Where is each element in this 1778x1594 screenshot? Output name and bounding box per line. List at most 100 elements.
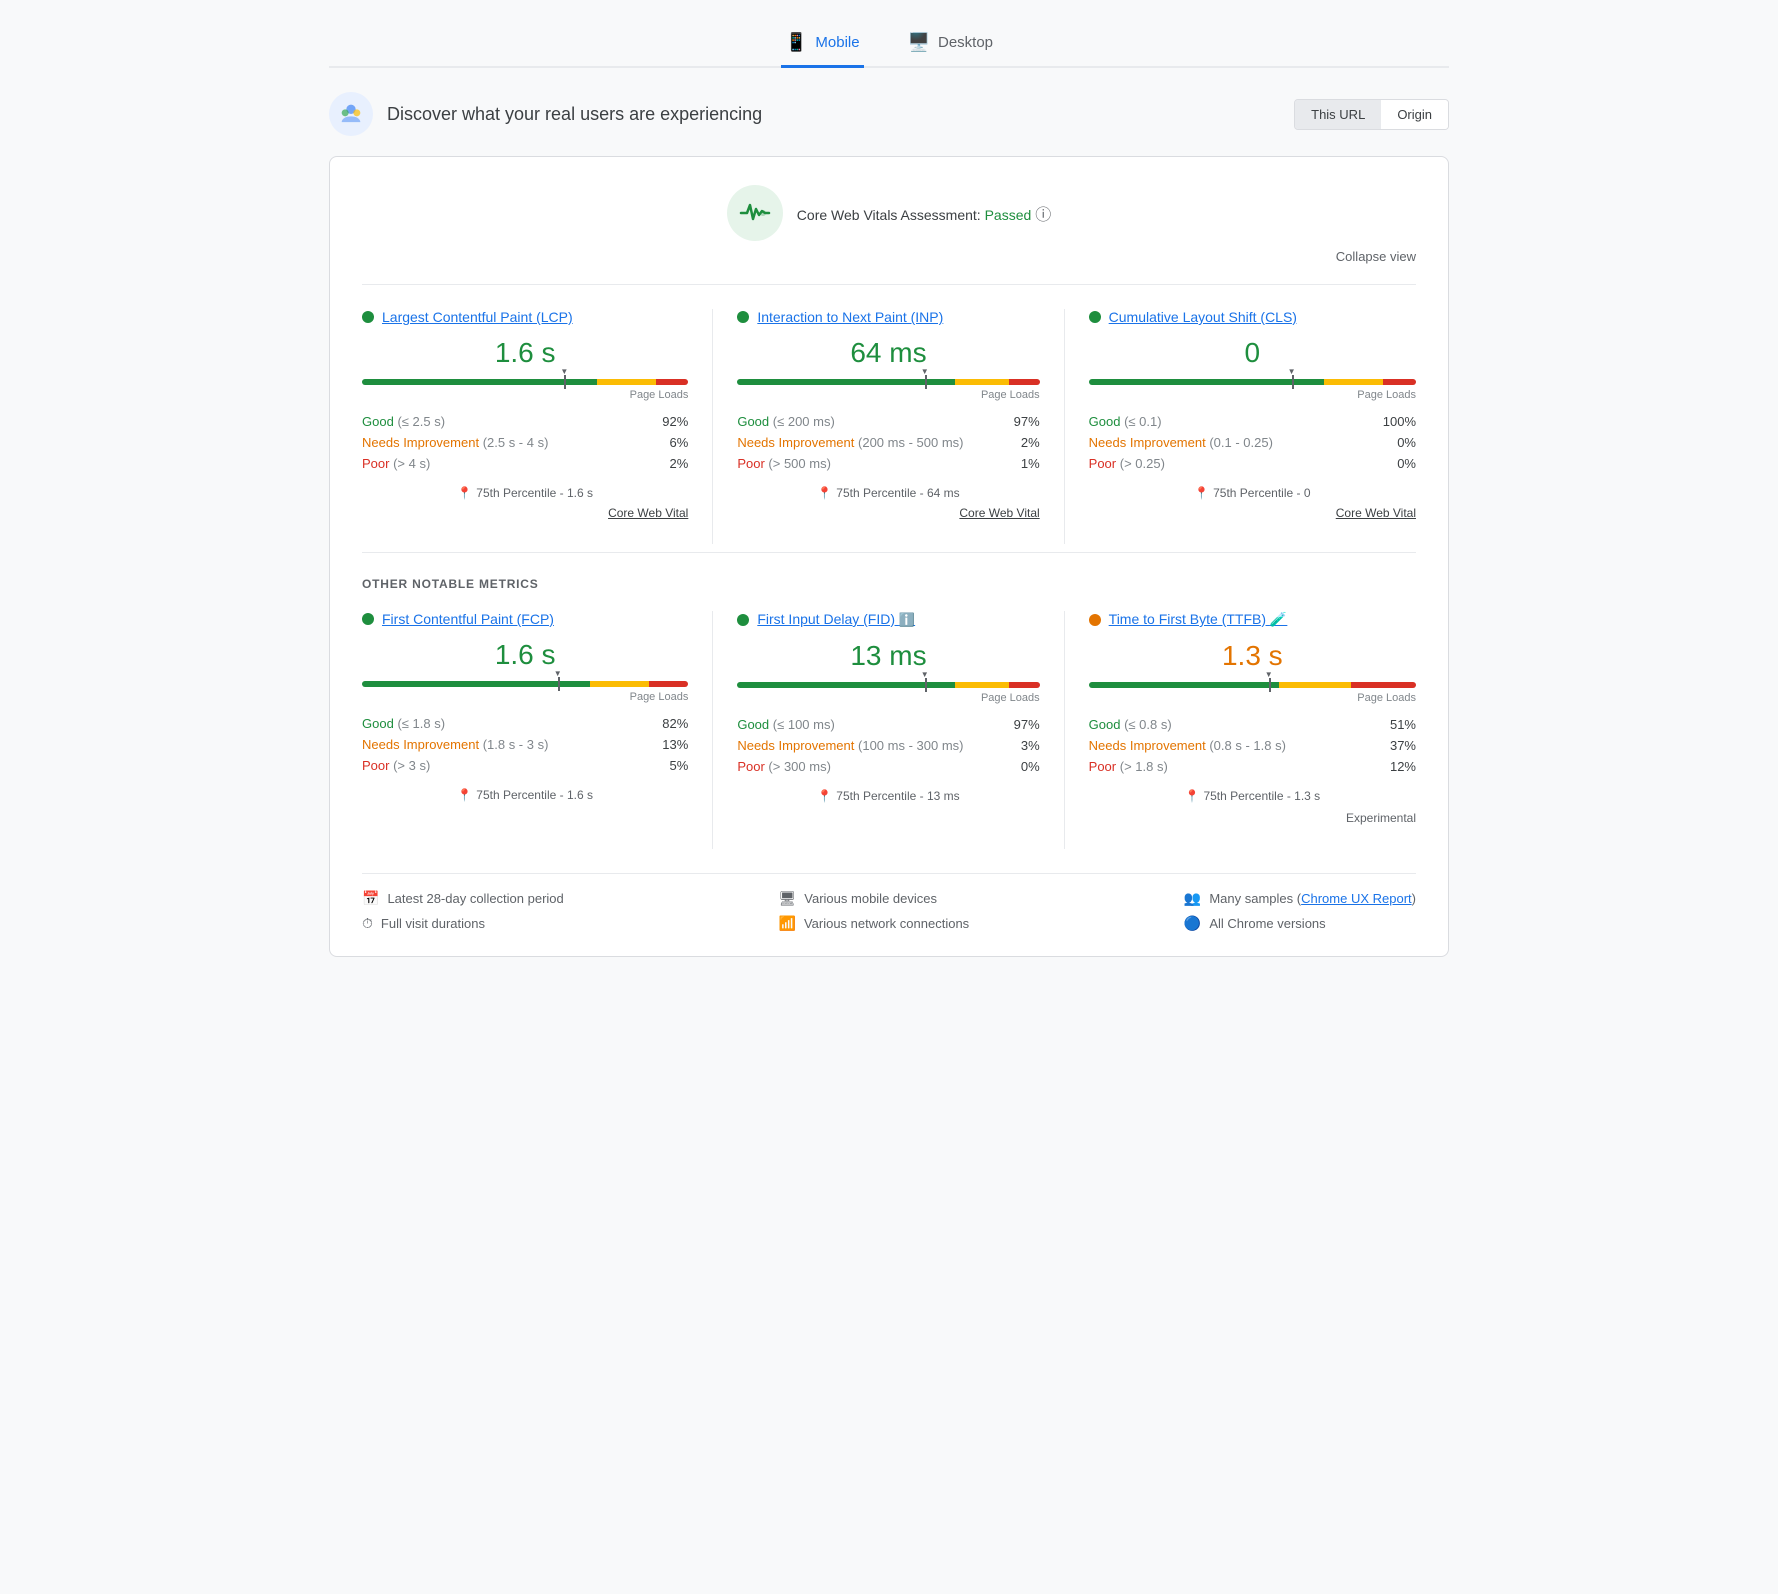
progress-track-ttfb [1089, 682, 1416, 688]
metric-name-inp[interactable]: Interaction to Next Paint (INP) [757, 309, 943, 325]
progress-marker-inp [925, 375, 927, 389]
percentile-row-lcp: 📍 75th Percentile - 1.6 s [362, 486, 688, 500]
people-icon: 👥 [1184, 890, 1201, 907]
metric-value-ttfb: 1.3 s [1089, 640, 1416, 672]
metric-col-ttfb: Time to First Byte (TTFB) 🧪 1.3 s Page L… [1065, 611, 1416, 849]
progress-red-fcp [649, 681, 688, 687]
header-title: Discover what your real users are experi… [387, 104, 762, 125]
percentile-row-fid: 📍 75th Percentile - 13 ms [737, 789, 1039, 803]
dist-table-lcp: Good (≤ 2.5 s) 92% Needs Improvement (2.… [362, 411, 688, 474]
network-icon: 📶 [779, 915, 796, 932]
crux-link[interactable]: Chrome UX Report [1301, 891, 1412, 906]
metric-header-inp: Interaction to Next Paint (INP) [737, 309, 1039, 325]
percentile-text-lcp: 75th Percentile - 1.6 s [476, 486, 593, 500]
dist-pct-good: 51% [1390, 717, 1416, 732]
footer-item-network: 📶 Various network connections [779, 915, 970, 932]
pulse-icon [727, 185, 783, 241]
progress-track-fcp [362, 681, 688, 687]
footer-devices-text: Various mobile devices [804, 891, 937, 906]
info-icon[interactable]: ℹ️ [899, 612, 915, 627]
dist-table-inp: Good (≤ 200 ms) 97% Needs Improvement (2… [737, 411, 1039, 474]
percentile-row-cls: 📍 75th Percentile - 0 [1089, 486, 1416, 500]
progress-bar-ttfb [1089, 682, 1416, 688]
footer-visits-text: Full visit durations [381, 916, 485, 931]
progress-green-fid [737, 682, 955, 688]
footer-network-text: Various network connections [804, 916, 969, 931]
this-url-button[interactable]: This URL [1295, 100, 1381, 129]
dist-row-poor: Poor (> 500 ms) 1% [737, 453, 1039, 474]
dist-row-needs: Needs Improvement (0.8 s - 1.8 s) 37% [1089, 735, 1416, 756]
progress-green-fcp [362, 681, 590, 687]
other-metrics-grid: First Contentful Paint (FCP) 1.6 s Page … [362, 611, 1416, 849]
origin-button[interactable]: Origin [1381, 100, 1448, 129]
core-metrics-grid: Largest Contentful Paint (LCP) 1.6 s Pag… [362, 309, 1416, 544]
dist-row-needs: Needs Improvement (1.8 s - 3 s) 13% [362, 734, 688, 755]
percentile-text-cls: 75th Percentile - 0 [1213, 486, 1310, 500]
progress-bar-lcp [362, 379, 688, 385]
cwv-link[interactable]: Core Web Vital [1089, 506, 1416, 520]
tab-desktop[interactable]: 🖥️ Desktop [904, 20, 997, 68]
assessment-header: Core Web Vitals Assessment: Passed ⓘ [362, 185, 1416, 241]
progress-red-ttfb [1351, 682, 1416, 688]
metric-value-fcp: 1.6 s [362, 639, 688, 671]
progress-green-ttfb [1089, 682, 1279, 688]
page-loads-label-cls: Page Loads [1089, 389, 1416, 401]
footer-item-devices: 🖥 Various mobile devices [779, 890, 970, 907]
header-row: Discover what your real users are experi… [329, 92, 1449, 136]
metric-name-ttfb[interactable]: Time to First Byte (TTFB) 🧪 [1109, 611, 1288, 628]
footer-item-visits: ⏱ Full visit durations [362, 915, 564, 932]
page-loads-label-fid: Page Loads [737, 692, 1039, 704]
percentile-pin-icon: 📍 [457, 486, 472, 500]
dist-row-poor: Poor (> 0.25) 0% [1089, 453, 1416, 474]
metric-name-cls[interactable]: Cumulative Layout Shift (CLS) [1109, 309, 1297, 325]
metric-col-lcp: Largest Contentful Paint (LCP) 1.6 s Pag… [362, 309, 713, 544]
collapse-link[interactable]: Collapse view [362, 249, 1416, 264]
progress-bar-fcp [362, 681, 688, 687]
metric-col-cls: Cumulative Layout Shift (CLS) 0 Page Loa… [1065, 309, 1416, 544]
help-icon[interactable]: ⓘ [1035, 207, 1051, 224]
dist-row-poor: Poor (> 3 s) 5% [362, 755, 688, 776]
metric-name-fid[interactable]: First Input Delay (FID) ℹ️ [757, 611, 915, 628]
percentile-pin-icon: 📍 [457, 788, 472, 802]
page-loads-label-fcp: Page Loads [362, 691, 688, 703]
metric-dot-cls [1089, 311, 1101, 323]
dist-table-fid: Good (≤ 100 ms) 97% Needs Improvement (1… [737, 714, 1039, 777]
metric-name-lcp[interactable]: Largest Contentful Paint (LCP) [382, 309, 573, 325]
other-metrics-label: OTHER NOTABLE METRICS [362, 577, 1416, 591]
dist-label-needs: Needs Improvement (0.8 s - 1.8 s) [1089, 738, 1286, 753]
dist-pct-poor: 1% [1021, 456, 1040, 471]
dist-label-good: Good (≤ 2.5 s) [362, 414, 445, 429]
progress-bar-inp [737, 379, 1039, 385]
dist-pct-poor: 2% [670, 456, 689, 471]
dist-label-poor: Poor (> 3 s) [362, 758, 430, 773]
dist-row-good: Good (≤ 2.5 s) 92% [362, 411, 688, 432]
progress-green-inp [737, 379, 955, 385]
dist-pct-good: 92% [662, 414, 688, 429]
metric-col-inp: Interaction to Next Paint (INP) 64 ms Pa… [713, 309, 1064, 544]
progress-marker-cls [1292, 375, 1294, 389]
dist-pct-needs: 37% [1390, 738, 1416, 753]
dist-row-poor: Poor (> 4 s) 2% [362, 453, 688, 474]
main-card: Core Web Vitals Assessment: Passed ⓘ Col… [329, 156, 1449, 957]
percentile-text-ttfb: 75th Percentile - 1.3 s [1203, 789, 1320, 803]
assessment-status: Passed [985, 207, 1032, 223]
progress-yellow-inp [955, 379, 1009, 385]
percentile-text-inp: 75th Percentile - 64 ms [836, 486, 959, 500]
percentile-text-fcp: 75th Percentile - 1.6 s [476, 788, 593, 802]
dist-row-needs: Needs Improvement (0.1 - 0.25) 0% [1089, 432, 1416, 453]
progress-yellow-fid [955, 682, 1009, 688]
metric-name-fcp[interactable]: First Contentful Paint (FCP) [382, 611, 554, 627]
dist-label-poor: Poor (> 0.25) [1089, 456, 1165, 471]
tab-mobile[interactable]: 📱 Mobile [781, 20, 864, 68]
percentile-text-fid: 75th Percentile - 13 ms [836, 789, 959, 803]
dist-label-good: Good (≤ 1.8 s) [362, 716, 445, 731]
footer-chrome-text: All Chrome versions [1209, 916, 1325, 931]
footer-col-3: 👥 Many samples (Chrome UX Report) 🔵 All … [1184, 890, 1416, 932]
progress-track-cls [1089, 379, 1416, 385]
metric-header-ttfb: Time to First Byte (TTFB) 🧪 [1089, 611, 1416, 628]
progress-track-fid [737, 682, 1039, 688]
metric-value-cls: 0 [1089, 337, 1416, 369]
footer-col-1: 📅 Latest 28-day collection period ⏱ Full… [362, 890, 564, 932]
cwv-link[interactable]: Core Web Vital [737, 506, 1039, 520]
cwv-link[interactable]: Core Web Vital [362, 506, 688, 520]
